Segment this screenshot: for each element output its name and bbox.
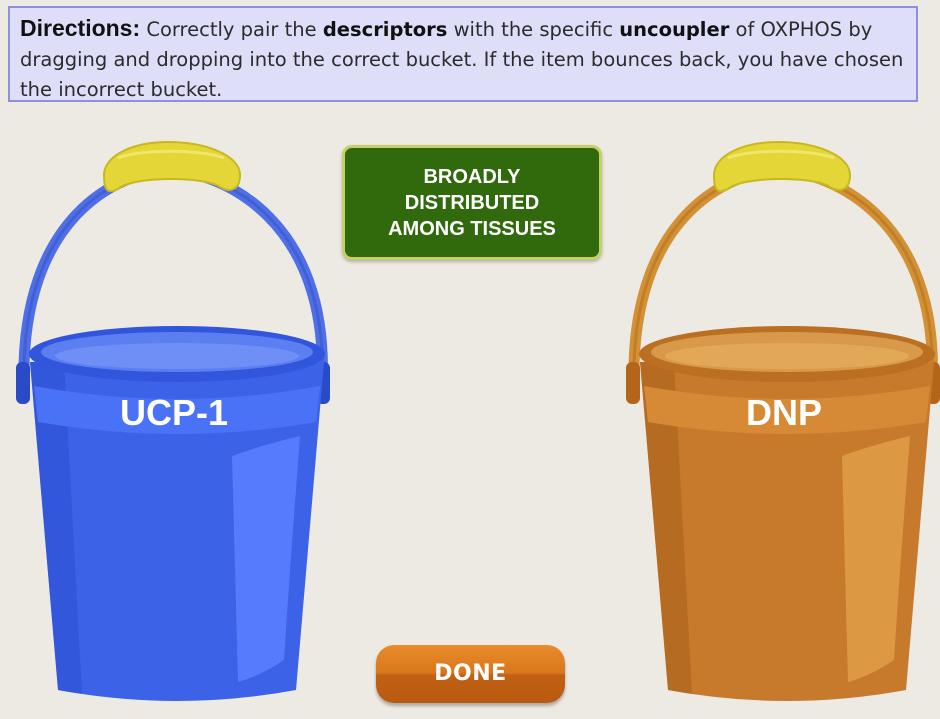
descriptor-line-1: BROADLY bbox=[423, 165, 521, 188]
bucket-ucp1-label: UCP-1 bbox=[120, 392, 228, 433]
descriptor-line-3: AMONG TISSUES bbox=[388, 217, 556, 240]
bucket-dnp-label: DNP bbox=[746, 392, 822, 433]
bucket-dnp[interactable]: DNP bbox=[626, 140, 940, 701]
draggable-descriptor-card[interactable]: BROADLY DISTRIBUTED AMONG TISSUES bbox=[342, 145, 602, 260]
bucket-scene: UCP-1 DNP bbox=[16, 140, 940, 701]
done-button[interactable]: DONE bbox=[376, 645, 565, 703]
descriptor-text: BROADLY DISTRIBUTED AMONG TISSUES bbox=[388, 164, 556, 242]
descriptor-line-2: DISTRIBUTED bbox=[404, 191, 540, 214]
bucket-ucp1[interactable]: UCP-1 bbox=[16, 140, 330, 701]
